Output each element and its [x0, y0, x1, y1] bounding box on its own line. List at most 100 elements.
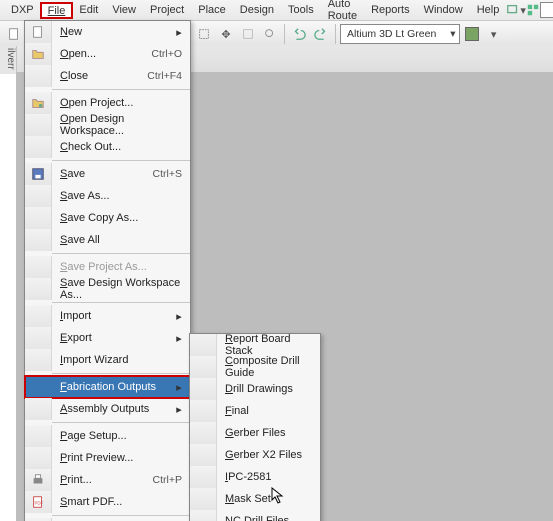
shortcut-label: Ctrl+F4 — [147, 70, 190, 82]
svg-text:PDF: PDF — [35, 501, 44, 506]
menu-item-label: NC Drill Files — [217, 515, 320, 521]
blank-icon — [25, 327, 52, 349]
blank-icon — [190, 378, 217, 400]
file-item-save-design-workspace-as-[interactable]: Save Design Workspace As... — [25, 278, 190, 300]
menu-item-label: IPC-2581 — [217, 471, 320, 483]
shortcut-label: Ctrl+P — [153, 474, 190, 486]
blank-icon — [25, 349, 52, 371]
menu-item-label: Gerber X2 Files — [217, 449, 320, 461]
file-item-open-[interactable]: Open...Ctrl+O — [25, 43, 190, 65]
fab-item-drill-drawings[interactable]: Drill Drawings — [190, 378, 320, 400]
menu-file[interactable]: File — [41, 3, 73, 18]
menu-item-label: Open Project... — [52, 97, 190, 109]
zoom-icon[interactable] — [260, 24, 280, 44]
menu-reports[interactable]: Reports — [364, 2, 417, 18]
save-icon — [25, 163, 52, 185]
file-item-new[interactable]: New▸ — [25, 21, 190, 43]
blank-icon — [25, 398, 52, 420]
menu-item-label: Print Preview... — [52, 452, 190, 464]
file-item-import-wizard[interactable]: Import Wizard — [25, 349, 190, 371]
submenu-arrow-icon: ▸ — [172, 26, 190, 39]
blank-icon — [25, 425, 52, 447]
fab-item-ipc-2581[interactable]: IPC-2581 — [190, 466, 320, 488]
fab-item-composite-drill-guide[interactable]: Composite Drill Guide — [190, 356, 320, 378]
submenu-arrow-icon: ▸ — [172, 310, 190, 323]
fab-item-report-board-stack[interactable]: Report Board Stack — [190, 334, 320, 356]
menu-window[interactable]: Window — [417, 2, 470, 18]
deselect-icon[interactable] — [238, 24, 258, 44]
file-item-check-out-[interactable]: Check Out... — [25, 136, 190, 158]
more-icon[interactable]: ▾ — [484, 24, 504, 44]
file-item-save[interactable]: SaveCtrl+S — [25, 163, 190, 185]
toolbar-window-icon[interactable] — [506, 0, 520, 20]
menu-dxp[interactable]: DXP — [4, 2, 41, 18]
blank-icon — [190, 422, 217, 444]
file-item-export[interactable]: Export▸ — [25, 327, 190, 349]
file-item-open-project-[interactable]: Open Project... — [25, 92, 190, 114]
menu-item-label: Import — [52, 310, 172, 322]
undo-icon[interactable] — [289, 24, 309, 44]
file-item-save-copy-as-[interactable]: Save Copy As... — [25, 207, 190, 229]
fab-item-gerber-x2-files[interactable]: Gerber X2 Files — [190, 444, 320, 466]
menu-view[interactable]: View — [105, 2, 143, 18]
fabrication-outputs-submenu: Report Board StackComposite Drill GuideD… — [189, 333, 321, 521]
menu-design[interactable]: Design — [233, 2, 281, 18]
redo-icon[interactable] — [311, 24, 331, 44]
file-item-fabrication-outputs[interactable]: Fabrication Outputs▸ — [25, 376, 190, 398]
menu-item-label: Save Project As... — [52, 261, 190, 273]
menu-project[interactable]: Project — [143, 2, 191, 18]
blank-icon — [190, 400, 217, 422]
menu-item-label: Smart PDF... — [52, 496, 190, 508]
fab-item-gerber-files[interactable]: Gerber Files — [190, 422, 320, 444]
file-item-save-all[interactable]: Save All — [25, 229, 190, 251]
menu-item-label: Save Copy As... — [52, 212, 190, 224]
blank-icon — [25, 136, 52, 158]
file-menu: New▸Open...Ctrl+OCloseCtrl+F4Open Projec… — [24, 20, 191, 521]
pdf-icon: PDF — [25, 491, 52, 513]
menu-edit[interactable]: Edit — [72, 2, 105, 18]
select-icon[interactable] — [194, 24, 214, 44]
file-item-import[interactable]: Import▸ — [25, 305, 190, 327]
file-item-save-project-as-[interactable]: Save Project As... — [25, 256, 190, 278]
menu-item-label: Import Wizard — [52, 354, 190, 366]
toolbar-grid-icon[interactable] — [540, 0, 553, 20]
swatch-icon[interactable] — [462, 24, 482, 44]
file-item-assembly-outputs[interactable]: Assembly Outputs▸ — [25, 398, 190, 420]
menu-item-label: Gerber Files — [217, 427, 320, 439]
menu-tools[interactable]: Tools — [281, 2, 321, 18]
submenu-arrow-icon: ▸ — [172, 403, 190, 416]
menu-item-label: Save — [52, 168, 153, 180]
toolbar-layout-icon[interactable] — [526, 0, 540, 20]
submenu-arrow-icon: ▸ — [172, 381, 190, 394]
fab-item-final[interactable]: Final — [190, 400, 320, 422]
file-item-smart-pdf-[interactable]: PDF Smart PDF... — [25, 491, 190, 513]
move-icon[interactable]: ✥ — [216, 24, 236, 44]
file-item-close[interactable]: CloseCtrl+F4 — [25, 65, 190, 87]
menu-autoroute[interactable]: Auto Route — [321, 0, 364, 24]
fab-item-mask-set[interactable]: Mask Set — [190, 488, 320, 510]
file-item-open-design-workspace-[interactable]: Open Design Workspace... — [25, 114, 190, 136]
file-item-page-setup-[interactable]: Page Setup... — [25, 425, 190, 447]
view-config-combo[interactable]: Altium 3D Lt Green ▾ — [340, 24, 460, 44]
blank-icon — [25, 376, 52, 398]
menu-item-label: New — [52, 26, 172, 38]
file-item-save-as-[interactable]: Save As... — [25, 185, 190, 207]
new-icon[interactable] — [4, 24, 24, 44]
menu-item-label: Save All — [52, 234, 190, 246]
blank-icon — [190, 334, 217, 356]
menu-item-label: Mask Set — [217, 493, 320, 505]
blank-icon — [190, 488, 217, 510]
fab-item-nc-drill-files[interactable]: NC Drill Files — [190, 510, 320, 521]
menu-item-label: Fabrication Outputs — [52, 381, 172, 393]
menu-item-label: Open Design Workspace... — [52, 113, 190, 137]
menu-item-label: Save As... — [52, 190, 190, 202]
menu-item-label: Page Setup... — [52, 430, 190, 442]
blank-icon — [190, 356, 217, 378]
file-item-print-[interactable]: Print...Ctrl+P — [25, 469, 190, 491]
menu-help[interactable]: Help — [470, 2, 507, 18]
menu-item-label: Report Board Stack — [217, 333, 320, 357]
open-icon — [25, 43, 52, 65]
file-item-print-preview-[interactable]: Print Preview... — [25, 447, 190, 469]
menu-place[interactable]: Place — [191, 2, 233, 18]
left-tab[interactable]: ilverr — [0, 46, 17, 74]
